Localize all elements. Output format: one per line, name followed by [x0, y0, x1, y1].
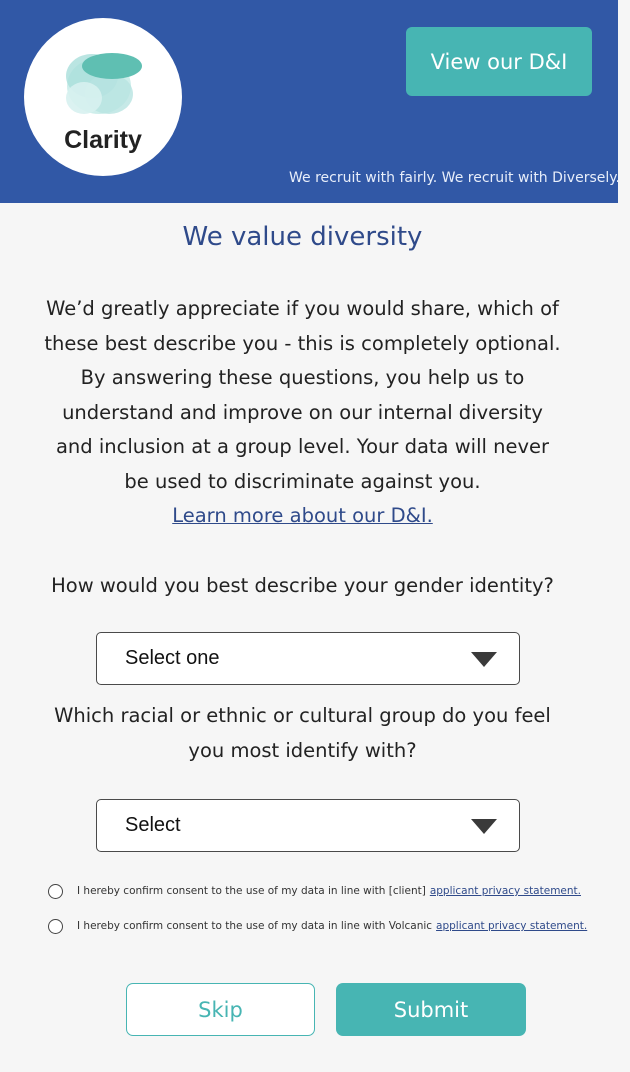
tagline: We recruit with fairly. We recruit with … [288, 170, 620, 186]
consent-client-text: I hereby confirm consent to the use of m… [77, 885, 426, 897]
dropdown-arrow-icon [471, 652, 497, 667]
view-dni-button[interactable]: View our D&I [406, 27, 592, 96]
logo-text: Clarity [64, 126, 142, 154]
intro-line: and inclusion at a group level. Your dat… [55, 435, 550, 458]
intro-text: We’d greatly appreciate if you would sha… [20, 292, 585, 534]
clarity-logo: Clarity [24, 18, 182, 176]
gender-question: How would you best describe your gender … [51, 574, 554, 597]
volcanic-privacy-link[interactable]: applicant privacy statement. [436, 920, 587, 932]
intro-line: these best describe you - this is comple… [44, 331, 561, 355]
consent-client-radio[interactable] [48, 883, 63, 899]
header-banner: Clarity View our D&I We recruit with fai… [0, 0, 620, 203]
ethnicity-select[interactable]: Select [96, 799, 520, 852]
gender-select-value: Select one [125, 647, 220, 669]
dropdown-arrow-icon [471, 819, 497, 834]
intro-line: understand and improve on our internal d… [62, 400, 543, 424]
intro-line: By answering these questions, you help u… [80, 366, 525, 389]
skip-button[interactable]: Skip [126, 983, 315, 1036]
submit-button[interactable]: Submit [336, 983, 526, 1036]
page-title: We value diversity [182, 222, 423, 252]
consent-client-row: I hereby confirm consent to the use of m… [48, 881, 618, 901]
learn-more-link[interactable]: Learn more about our D&I. [172, 504, 433, 527]
intro-line: be used to discriminate against you. [124, 469, 481, 493]
ethnicity-question-line: Which racial or ethnic or cultural group… [54, 704, 551, 727]
ethnicity-question: Which racial or ethnic or cultural group… [0, 699, 605, 768]
client-privacy-link[interactable]: applicant privacy statement. [430, 885, 581, 897]
consent-volcanic-text: I hereby confirm consent to the use of m… [77, 920, 433, 932]
clarity-logo-icon [66, 53, 142, 114]
consent-volcanic-radio[interactable] [48, 918, 63, 934]
intro-line: We’d greatly appreciate if you would sha… [46, 297, 559, 320]
ethnicity-question-line: you most identify with? [188, 738, 417, 762]
consent-volcanic-row: I hereby confirm consent to the use of m… [48, 916, 618, 936]
gender-select[interactable]: Select one [96, 632, 520, 685]
ethnicity-select-value: Select [125, 814, 181, 836]
